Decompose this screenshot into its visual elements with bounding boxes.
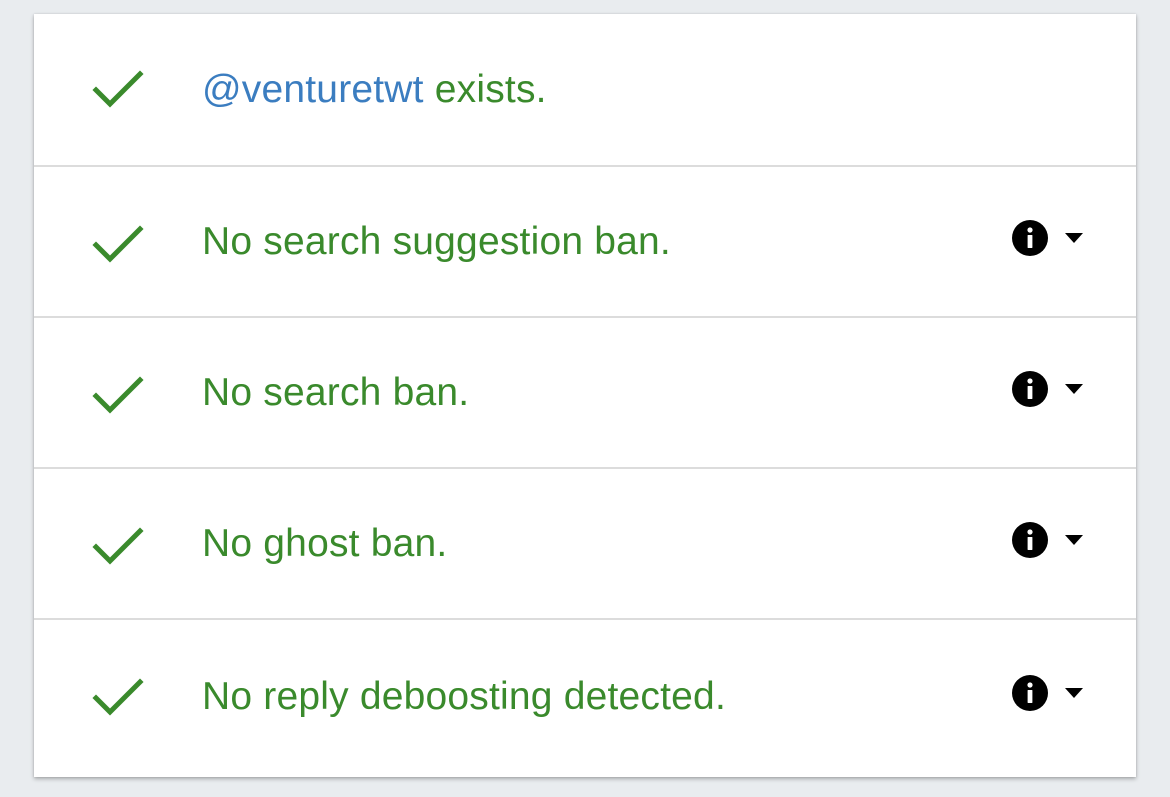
check-row-search-suggestion-ban: No search suggestion ban.: [34, 167, 1136, 318]
check-label: No search ban.: [202, 370, 470, 414]
check-label: No reply deboosting detected.: [202, 674, 726, 718]
check-row-ghost-ban: No ghost ban.: [34, 469, 1136, 620]
checkmark-icon: [92, 527, 144, 565]
caret-down-icon[interactable]: [1064, 383, 1084, 395]
check-label-text: exists.: [423, 67, 547, 111]
row-actions: [1012, 520, 1084, 560]
caret-down-icon[interactable]: [1064, 687, 1084, 699]
caret-down-icon[interactable]: [1064, 232, 1084, 244]
caret-down-icon[interactable]: [1064, 534, 1084, 546]
checkmark-icon: [92, 225, 144, 263]
info-icon[interactable]: [1012, 521, 1048, 558]
check-label: @venturetwt exists.: [202, 68, 547, 112]
checkmark-icon: [92, 70, 144, 108]
info-icon[interactable]: [1012, 674, 1048, 711]
check-label: No search suggestion ban.: [202, 219, 671, 263]
row-actions: [1012, 369, 1084, 409]
check-row-exists: @venturetwt exists.: [34, 14, 1136, 167]
checkmark-icon: [92, 376, 144, 414]
check-row-reply-deboosting: No reply deboosting detected.: [34, 620, 1136, 773]
check-label: No ghost ban.: [202, 521, 448, 565]
account-handle-link[interactable]: @venturetwt: [202, 68, 424, 111]
info-icon[interactable]: [1012, 370, 1048, 407]
row-actions: [1012, 673, 1084, 713]
results-card: @venturetwt exists. No search suggestion…: [34, 14, 1136, 777]
check-row-search-ban: No search ban.: [34, 318, 1136, 469]
row-actions: [1012, 218, 1084, 258]
checkmark-icon: [92, 678, 144, 716]
info-icon[interactable]: [1012, 219, 1048, 256]
